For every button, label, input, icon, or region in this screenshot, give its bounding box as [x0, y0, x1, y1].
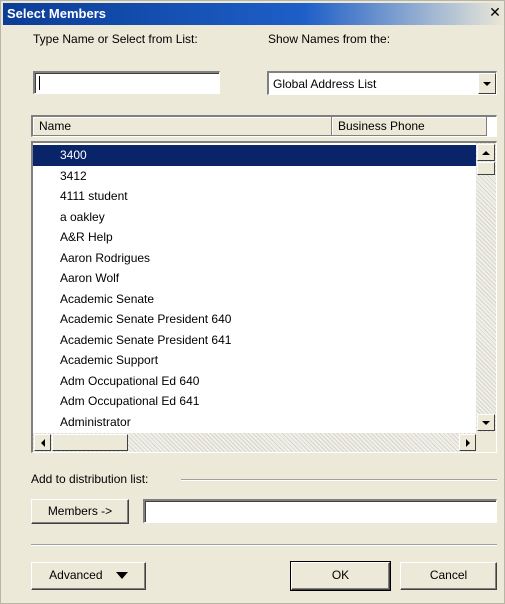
- list-item[interactable]: Aaron Wolf: [33, 268, 477, 289]
- window-title: Select Members: [7, 6, 106, 21]
- list-item[interactable]: Aaron Rodrigues: [33, 248, 477, 269]
- dropdown-arrow-icon: [115, 572, 128, 580]
- advanced-button[interactable]: Advanced: [31, 562, 146, 590]
- scroll-up-button[interactable]: [477, 144, 495, 161]
- address-list-dropdown[interactable]: Global Address List: [267, 71, 497, 95]
- address-list[interactable]: 3400 3412 4111 student a oakley A&R Help Aaro…: [31, 141, 497, 453]
- list-item[interactable]: Adm Occupational Ed 640: [33, 371, 477, 392]
- horizontal-scrollbar[interactable]: [33, 433, 477, 452]
- cancel-button-label: Cancel: [429, 568, 468, 582]
- list-item[interactable]: Adm Occupational Ed 641: [33, 391, 477, 412]
- ok-button-label: OK: [331, 568, 350, 582]
- search-label: Type Name or Select from List:: [33, 32, 198, 46]
- list-item[interactable]: A&R Help: [33, 227, 477, 248]
- list-item[interactable]: 4111 student: [33, 186, 477, 207]
- arrow-down-icon: [482, 420, 490, 425]
- list-item[interactable]: a oakley: [33, 207, 477, 228]
- list-item[interactable]: 3400: [33, 145, 477, 166]
- advanced-button-label: Advanced: [49, 568, 103, 582]
- search-input[interactable]: [33, 71, 220, 94]
- column-header-name[interactable]: Name: [33, 117, 332, 136]
- dropdown-arrow-button[interactable]: [478, 73, 496, 94]
- list-item[interactable]: Administrator: [33, 412, 477, 433]
- scroll-left-button[interactable]: [34, 434, 51, 451]
- column-header: Name Business Phone: [31, 115, 497, 137]
- address-list-rows: 3400 3412 4111 student a oakley A&R Help Aaro…: [33, 145, 477, 432]
- scroll-right-button[interactable]: [459, 434, 476, 451]
- list-item[interactable]: 3412: [33, 166, 477, 187]
- title-bar[interactable]: Select Members ✕: [3, 3, 504, 25]
- members-button-label: Members ->: [47, 504, 113, 518]
- address-list-value: Global Address List: [273, 77, 377, 91]
- text-caret: [39, 76, 40, 90]
- scroll-down-button[interactable]: [477, 414, 495, 431]
- bottom-divider: [31, 544, 497, 546]
- list-item[interactable]: Academic Senate President 640: [33, 309, 477, 330]
- members-button[interactable]: Members ->: [31, 499, 129, 524]
- vertical-scroll-thumb[interactable]: [477, 162, 495, 175]
- column-header-business-phone[interactable]: Business Phone: [332, 117, 487, 136]
- arrow-right-icon: [465, 438, 470, 447]
- distribution-label: Add to distribution list:: [31, 472, 149, 486]
- ok-button[interactable]: OK: [290, 561, 391, 591]
- vertical-scrollbar[interactable]: [476, 143, 496, 432]
- source-label: Show Names from the:: [268, 32, 391, 46]
- horizontal-scroll-thumb[interactable]: [52, 434, 128, 451]
- select-members-dialog: Select Members ✕ Type Name or Select fro…: [0, 0, 505, 604]
- list-item[interactable]: Academic Senate: [33, 289, 477, 310]
- scrollbar-corner: [476, 432, 496, 452]
- close-icon[interactable]: ✕: [486, 5, 504, 22]
- distribution-divider: [181, 479, 497, 481]
- cancel-button[interactable]: Cancel: [400, 562, 497, 590]
- arrow-left-icon: [40, 438, 45, 447]
- list-item[interactable]: Academic Senate President 641: [33, 330, 477, 351]
- list-item[interactable]: Academic Support: [33, 350, 477, 371]
- chevron-down-icon: [483, 81, 491, 86]
- arrow-up-icon: [482, 150, 490, 155]
- members-field[interactable]: [143, 499, 497, 523]
